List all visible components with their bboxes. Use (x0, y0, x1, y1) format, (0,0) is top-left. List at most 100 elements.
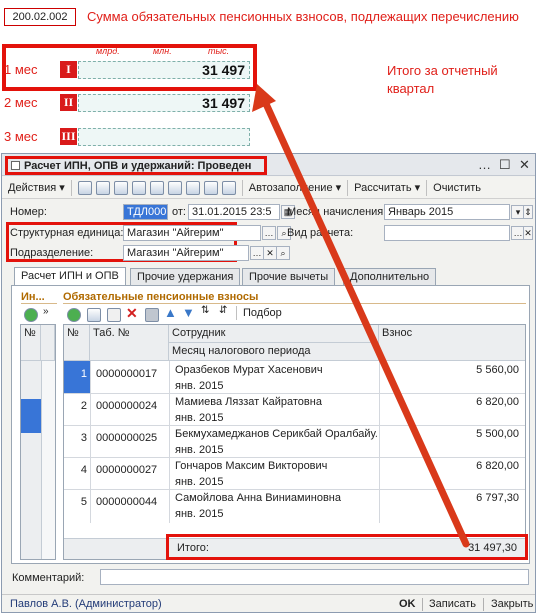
structure-icon[interactable] (167, 180, 182, 195)
close-button[interactable]: Закрыть (491, 598, 533, 610)
print-icon[interactable] (185, 180, 200, 195)
row-4-employee[interactable]: Гончаров Максим Викторович (172, 458, 377, 474)
row-2-contribution[interactable]: 6 820,00 (382, 394, 522, 410)
row-2-num[interactable]: 2 (64, 398, 90, 414)
structural-unit-label: Структурная единица: (10, 227, 124, 239)
add-row-icon[interactable] (67, 308, 81, 322)
dept-clear-icon[interactable]: ✕ (263, 246, 277, 260)
actions-menu[interactable]: Действия ▾ (8, 181, 65, 194)
row-1-contribution[interactable]: 5 560,00 (382, 362, 522, 378)
row-1-period[interactable]: янв. 2015 (172, 378, 226, 394)
month-3-label: 3 мес (4, 129, 38, 144)
row-1-num[interactable]: 1 (64, 366, 90, 382)
col-contribution-header: Взнос (379, 325, 525, 361)
tab-panel: Ин... Обязательные пенсионные взносы » ✕… (11, 285, 530, 564)
move-down-icon[interactable]: ▼ (182, 305, 195, 320)
window-title: Расчет ИПН, ОПВ и удержаний: Проведен (24, 159, 252, 172)
left-more-icon[interactable]: » (43, 306, 49, 317)
row-3-employee[interactable]: Бекмухамеджанов Серикбай Оралбайулы (172, 426, 377, 442)
toolbar-separator (236, 306, 237, 320)
row-4-contribution[interactable]: 6 820,00 (382, 458, 522, 474)
row-3-contribution[interactable]: 5 500,00 (382, 426, 522, 442)
row-3-period[interactable]: янв. 2015 (172, 442, 226, 458)
autofill-menu[interactable]: Автозаполнение ▾ (249, 181, 341, 194)
report-icon[interactable] (149, 180, 164, 195)
tab-additional[interactable]: Дополнительно (343, 268, 437, 285)
left-add-icon[interactable] (24, 308, 38, 322)
left-grid-col-header (41, 325, 55, 361)
calc-type-label: Вид расчета: (287, 227, 354, 239)
left-grid-header: № (21, 325, 41, 361)
calc-type-clear-icon[interactable]: ✕ (523, 226, 533, 240)
row-1-employee[interactable]: Оразбеков Мурат Хасенович (172, 362, 377, 378)
month-2-amount: 31 497 (78, 94, 250, 112)
save-button[interactable]: Записать (429, 598, 476, 610)
row-5-contribution[interactable]: 6 797,30 (382, 490, 522, 506)
copy-row-icon[interactable] (87, 308, 101, 322)
toolbar-separator (70, 179, 72, 196)
tab-other-allowances[interactable]: Прочие вычеты (242, 268, 336, 285)
close-icon[interactable]: ✕ (519, 157, 530, 173)
row-4-period[interactable]: янв. 2015 (172, 474, 226, 490)
contributions-table[interactable]: № Таб. № Сотрудник Месяц налогового пери… (63, 324, 526, 560)
row-5-num[interactable]: 5 (64, 494, 90, 510)
clear-button[interactable]: Очистить (433, 182, 481, 194)
dept-open-icon[interactable]: ⌕ (276, 246, 290, 260)
calculate-menu[interactable]: Рассчитать ▾ (354, 181, 420, 194)
structural-unit-field[interactable]: Магазин "Айгерим" (123, 225, 261, 241)
left-grid[interactable]: № (20, 324, 56, 560)
accrual-month-field[interactable]: Январь 2015 (384, 204, 510, 220)
calc-type-field[interactable] (384, 225, 510, 241)
col-employee-header: Сотрудник (169, 325, 379, 343)
row-5-employee[interactable]: Самойлова Анна Виниаминовна (172, 490, 377, 506)
month-spin-icon[interactable]: ⇕ (523, 205, 533, 219)
delete-row-icon[interactable]: ✕ (126, 305, 138, 322)
save-doc-icon[interactable] (77, 180, 92, 195)
col-period-header: Месяц налогового периода (169, 343, 379, 361)
settings-icon[interactable] (221, 180, 236, 195)
left-grid-selected-row[interactable] (21, 399, 41, 433)
unit-select-icon[interactable]: … (262, 226, 276, 240)
total-label: Итого: (177, 542, 209, 554)
maximize-icon[interactable]: ☐ (499, 157, 511, 173)
sort-desc-icon[interactable]: ⇵ (219, 305, 227, 316)
row-1-tab[interactable]: 0000000017 (93, 366, 160, 382)
copy-doc-icon[interactable] (131, 180, 146, 195)
row-2-employee[interactable]: Мамиева Ляззат Кайратовна (172, 394, 377, 410)
document-window: Расчет ИПН, ОПВ и удержаний: Проведен … … (1, 153, 536, 613)
date-field[interactable]: 31.01.2015 23:5 (188, 204, 280, 220)
dept-select-icon[interactable]: … (250, 246, 264, 260)
number-field[interactable]: ТДЛ000 (123, 204, 168, 220)
form-code-box: 200.02.002 (4, 8, 76, 26)
move-up-icon[interactable]: ▲ (164, 305, 177, 320)
row-4-tab[interactable]: 0000000027 (93, 462, 160, 478)
select-button[interactable]: Подбор (243, 307, 282, 319)
total-value: 31 497,30 (468, 542, 517, 554)
end-edit-icon[interactable] (145, 308, 159, 322)
toolbar: Действия ▾ Автозаполнение ▾ Рассчитать ▾… (2, 177, 535, 199)
accrual-month-label: Месяц начисления: (287, 206, 387, 218)
row-2-period[interactable]: янв. 2015 (172, 410, 226, 426)
row-3-num[interactable]: 3 (64, 430, 90, 446)
department-field[interactable]: Магазин "Айгерим" (123, 245, 249, 261)
month-1-amount: 31 497 (78, 61, 250, 79)
month-3-roman: III (60, 128, 77, 145)
col-divider (169, 361, 170, 523)
list-icon[interactable] (203, 180, 218, 195)
edit-row-icon[interactable] (107, 308, 121, 322)
post-doc-icon[interactable] (95, 180, 110, 195)
row-5-tab[interactable]: 0000000044 (93, 494, 160, 510)
ok-button[interactable]: OK (399, 598, 416, 610)
row-4-num[interactable]: 4 (64, 462, 90, 478)
tab-other-deductions[interactable]: Прочие удержания (130, 268, 241, 285)
comment-field[interactable] (100, 569, 529, 585)
left-grid-scrollbar[interactable] (41, 361, 55, 559)
tab-ipn-opv[interactable]: Расчет ИПН и ОПВ (14, 267, 126, 285)
row-3-tab[interactable]: 0000000025 (93, 430, 160, 446)
more-icon[interactable]: … (478, 157, 491, 172)
row-2-tab[interactable]: 0000000024 (93, 398, 160, 414)
date-from-label: от: (172, 206, 186, 218)
row-5-period[interactable]: янв. 2015 (172, 506, 226, 522)
refresh-icon[interactable] (113, 180, 128, 195)
sort-asc-icon[interactable]: ⇅ (201, 305, 209, 316)
